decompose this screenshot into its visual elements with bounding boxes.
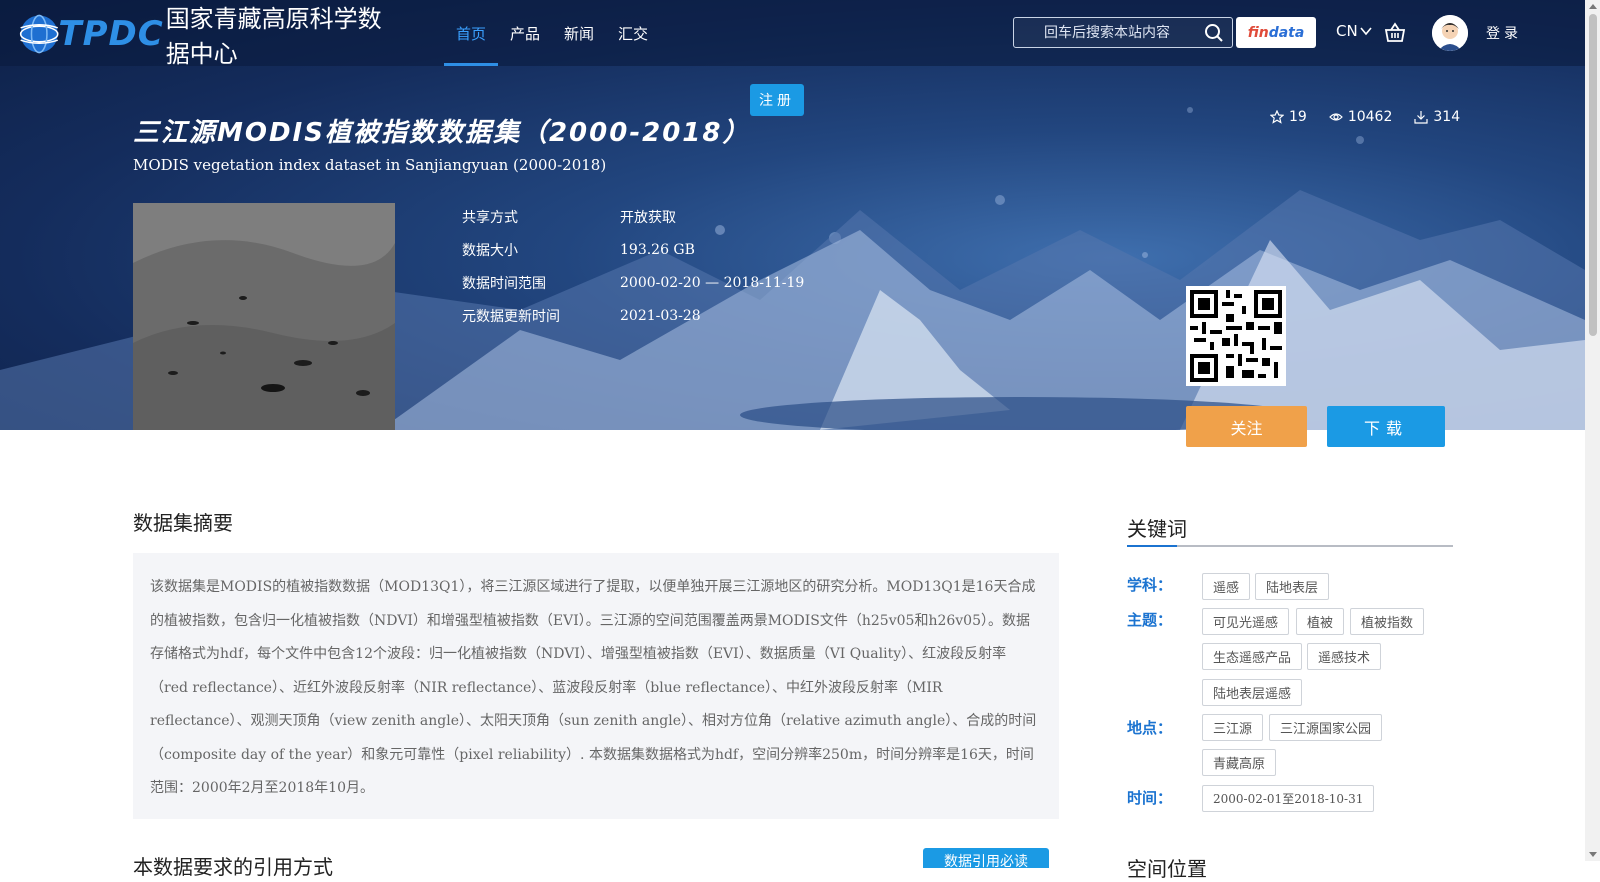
keyword-tag[interactable]: 陆地表层遥感 <box>1202 679 1303 706</box>
user-avatar[interactable] <box>1432 15 1468 51</box>
chevron-down-icon <box>1360 27 1372 36</box>
citation-title: 本数据要求的引用方式 <box>133 855 333 879</box>
keyword-tag[interactable]: 三江源国家公园 <box>1269 714 1383 741</box>
nav-item-home[interactable]: 首页 <box>444 0 499 66</box>
scrollbar-thumb[interactable] <box>1589 14 1597 336</box>
star-icon <box>1270 110 1284 124</box>
meta-value: 193.26 GB <box>620 241 695 258</box>
keyword-tag[interactable]: 2000-02-01至2018-10-31 <box>1202 785 1375 812</box>
keyword-tag[interactable]: 生态遥感产品 <box>1202 643 1303 670</box>
findata-logo-part-1: fin <box>1247 24 1269 41</box>
meta-value: 2021-03-28 <box>620 307 701 324</box>
download-button[interactable]: 下载 <box>1327 406 1445 447</box>
keyword-tag[interactable]: 遥感技术 <box>1307 643 1382 670</box>
dataset-thumbnail <box>133 203 395 430</box>
stat-views: 10462 <box>1328 109 1393 125</box>
register-button[interactable]: 注册 <box>750 84 804 116</box>
main-menu: 首页 产品 新闻 汇交 <box>444 0 660 66</box>
keyword-tag[interactable]: 陆地表层 <box>1255 573 1330 600</box>
scroll-up-arrow-icon[interactable] <box>1589 4 1597 9</box>
satellite-image <box>133 203 395 430</box>
dataset-stats: 19 10462 314 <box>1270 109 1460 125</box>
spatial-location-title: 空间位置 <box>1127 857 1207 881</box>
globe-logo-icon <box>19 14 59 54</box>
download-icon <box>1414 111 1428 124</box>
keyword-label-place: 地点： <box>1127 719 1173 737</box>
top-navigation: TPDC 国家青藏高原科学数据中心 首页 产品 新闻 汇交 findata CN <box>0 0 1585 68</box>
qr-code <box>1186 286 1286 386</box>
findata-logo-part-2: data <box>1268 24 1305 41</box>
views-count: 10462 <box>1347 109 1393 125</box>
nav-item-products[interactable]: 产品 <box>498 0 552 66</box>
keyword-tag[interactable]: 可见光遥感 <box>1202 608 1290 635</box>
meta-row-sharing: 共享方式 开放获取 <box>462 200 804 233</box>
meta-row-time-range: 数据时间范围 2000-02-20 — 2018-11-19 <box>462 266 804 299</box>
search-icon[interactable] <box>1204 23 1224 43</box>
citation-required-button[interactable]: 数据引用必读 <box>923 848 1049 870</box>
stat-stars[interactable]: 19 <box>1270 109 1307 125</box>
meta-row-updated: 元数据更新时间 2021-03-28 <box>462 299 804 332</box>
keyword-tag[interactable]: 遥感 <box>1202 573 1251 600</box>
basket-icon[interactable] <box>1384 22 1406 44</box>
meta-key: 共享方式 <box>462 209 518 226</box>
meta-value: 开放获取 <box>620 209 676 226</box>
keyword-label-subject: 学科： <box>1127 576 1173 594</box>
nav-item-submit[interactable]: 汇交 <box>606 0 660 66</box>
keywords-title: 关键词 <box>1127 517 1187 541</box>
meta-key: 数据时间范围 <box>462 275 546 292</box>
page-scrollbar[interactable] <box>1585 0 1600 861</box>
user-avatar-icon <box>1432 15 1468 51</box>
dataset-title: 三江源MODIS植被指数数据集（2000-2018） <box>133 118 751 148</box>
meta-value: 2000-02-20 — 2018-11-19 <box>620 274 805 291</box>
abstract-title: 数据集摘要 <box>133 511 233 535</box>
dataset-metadata: 共享方式 开放获取 数据大小 193.26 GB 数据时间范围 2000-02-… <box>462 200 804 332</box>
keyword-tag[interactable]: 植被 <box>1296 608 1345 635</box>
login-link[interactable]: 登录 <box>1486 23 1522 43</box>
eye-icon <box>1328 113 1343 121</box>
nav-item-news[interactable]: 新闻 <box>552 0 606 66</box>
stat-downloads: 314 <box>1414 109 1460 125</box>
search-input[interactable] <box>1014 18 1194 47</box>
keyword-label-time: 时间： <box>1127 789 1173 807</box>
abstract-text: 该数据集是MODIS的植被指数数据（MOD13Q1），将三江源区域进行了提取，以… <box>150 579 1037 796</box>
keyword-tag[interactable]: 三江源 <box>1202 714 1264 741</box>
meta-key: 元数据更新时间 <box>462 308 560 325</box>
qr-code-icon <box>1186 286 1286 386</box>
stars-count: 19 <box>1289 109 1307 125</box>
meta-key: 数据大小 <box>462 242 518 259</box>
language-label: CN <box>1336 22 1358 40</box>
keyword-tag[interactable]: 植被指数 <box>1350 608 1425 635</box>
site-logo[interactable]: TPDC 国家青藏高原科学数据中心 <box>16 4 396 68</box>
keyword-label-theme: 主题： <box>1127 611 1173 629</box>
findata-link[interactable]: fin data <box>1236 17 1316 48</box>
downloads-count: 314 <box>1433 109 1461 125</box>
meta-row-size: 数据大小 193.26 GB <box>462 233 804 266</box>
follow-button[interactable]: 关注 <box>1186 406 1307 447</box>
search-box <box>1013 17 1233 48</box>
keyword-tag[interactable]: 青藏高原 <box>1202 749 1277 776</box>
language-switch[interactable]: CN <box>1336 22 1372 40</box>
abstract-box: 该数据集是MODIS的植被指数数据（MOD13Q1），将三江源区域进行了提取，以… <box>133 553 1059 819</box>
keywords-underline <box>1127 545 1453 547</box>
dataset-subtitle: MODIS vegetation index dataset in Sanjia… <box>133 156 607 174</box>
logo-site-name: 国家青藏高原科学数据中心 <box>165 5 382 68</box>
logo-abbreviation: TPDC <box>58 14 164 54</box>
scroll-down-arrow-icon[interactable] <box>1589 852 1597 857</box>
